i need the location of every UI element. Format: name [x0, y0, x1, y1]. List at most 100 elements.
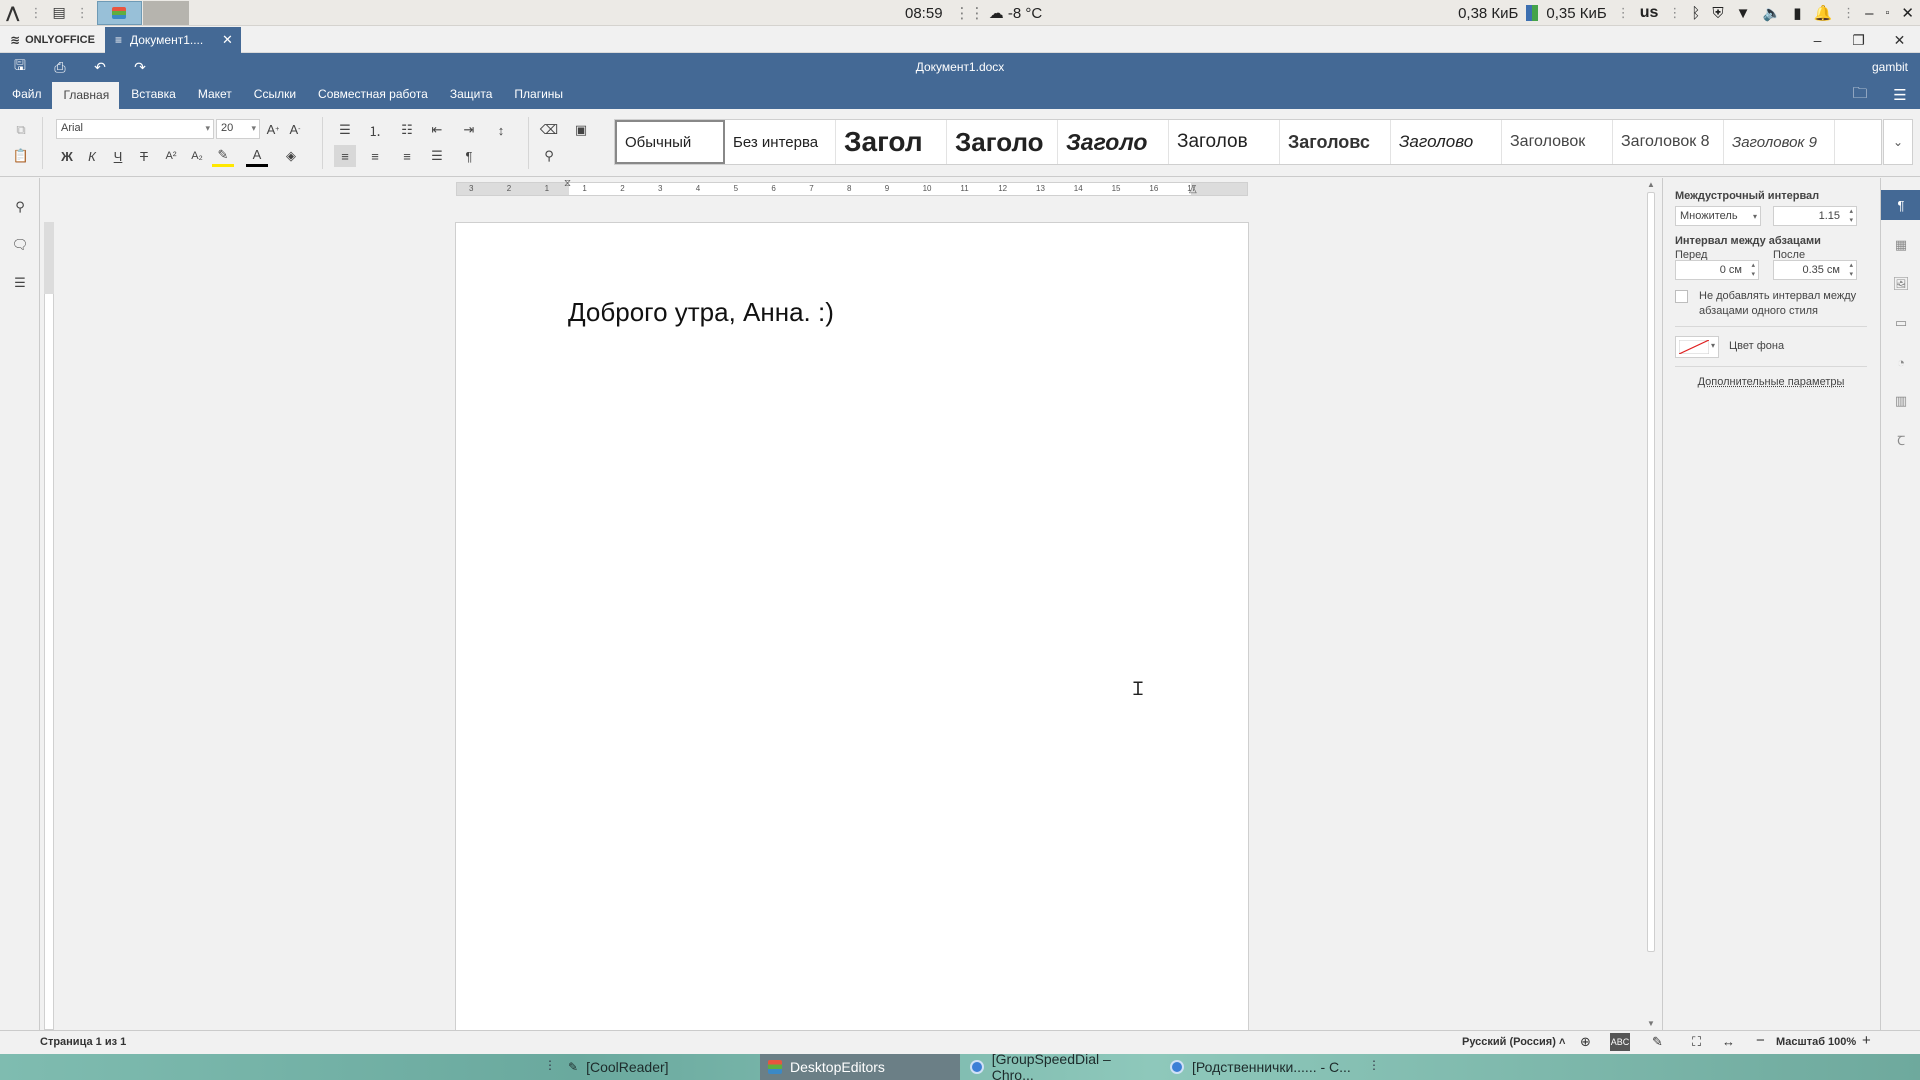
taskbar-app-onlyoffice[interactable]	[96, 0, 142, 25]
tab-layout[interactable]: Макет	[186, 81, 242, 109]
task-coolreader[interactable]: ✎ [CoolReader]	[560, 1054, 758, 1080]
underline-button[interactable]: Ч	[107, 145, 129, 167]
user-name[interactable]: gambit	[1872, 60, 1908, 74]
keyboard-layout[interactable]: us	[1634, 0, 1665, 26]
style-heading-4[interactable]: Заголов	[1169, 120, 1280, 164]
line-spacing-mode-select[interactable]: Множитель ▾	[1675, 206, 1761, 226]
clock[interactable]: 08:59	[905, 5, 943, 22]
image-settings-icon[interactable]: 🖼	[1890, 273, 1912, 295]
align-justify-icon[interactable]: ☰	[426, 145, 448, 167]
tab-file[interactable]: Файл	[0, 81, 52, 109]
style-heading-1[interactable]: Загол	[836, 120, 947, 164]
zoom-out-icon[interactable]: −	[1756, 1032, 1765, 1049]
italic-button[interactable]: К	[81, 145, 103, 167]
highlight-color-icon[interactable]: ✎	[212, 145, 234, 167]
align-left-icon[interactable]: ≡	[334, 145, 356, 167]
decrease-indent-icon[interactable]: ⇤	[426, 119, 448, 141]
chart-settings-icon[interactable]: ▥	[1890, 390, 1912, 412]
spinner-arrows-icon[interactable]: ▴ ▾	[1849, 261, 1853, 279]
wifi-icon[interactable]: ▼	[1730, 0, 1757, 26]
style-heading-5[interactable]: Заголовс	[1280, 120, 1391, 164]
vertical-ruler[interactable]	[41, 178, 57, 1030]
open-file-location-icon[interactable]: 🗀	[1840, 83, 1880, 108]
language-select[interactable]: Русский (Россия) ˄	[1462, 1036, 1565, 1048]
search-icon[interactable]: ⚲	[9, 196, 31, 218]
strikethrough-button[interactable]: Т	[133, 145, 155, 167]
zoom-in-icon[interactable]: +	[1862, 1032, 1871, 1049]
page-info[interactable]: Страница 1 из 1	[40, 1036, 126, 1048]
bold-button[interactable]: Ж	[56, 145, 78, 167]
paragraph-settings-icon[interactable]: ¶	[1881, 190, 1920, 220]
notifications-icon[interactable]: 🔔	[1807, 0, 1838, 26]
track-changes-icon[interactable]: ✎	[1652, 1034, 1663, 1050]
textart-settings-icon[interactable]: Ꞇ	[1890, 429, 1912, 451]
tab-protection[interactable]: Защита	[438, 81, 503, 109]
minimize-icon[interactable]: –	[1859, 0, 1879, 26]
horizontal-ruler[interactable]: 3 2 1 1 2 3 4 5 6 7 8 9 10 11 12 13 14 15 16 17 ⧖ △	[456, 178, 1248, 196]
spinner-arrows-icon[interactable]: ▴ ▾	[1849, 207, 1853, 225]
paste-icon[interactable]: 📋	[10, 145, 32, 167]
styles-expand-button[interactable]: ⌄	[1883, 119, 1913, 165]
spinner-arrows-icon[interactable]: ▴ ▾	[1751, 261, 1755, 279]
spacing-after-input[interactable]: 0.35 см ▴ ▾	[1773, 260, 1857, 280]
hamburger-menu-icon[interactable]: ☰	[1880, 86, 1920, 104]
task-desktopeditors[interactable]: DesktopEditors	[760, 1054, 960, 1080]
numbered-list-icon[interactable]: ⒈	[364, 119, 386, 141]
advanced-settings-link[interactable]: Дополнительные параметры	[1663, 376, 1879, 388]
battery-icon[interactable]: ▮	[1787, 0, 1807, 26]
nonprinting-chars-icon[interactable]: ¶	[458, 145, 480, 167]
background-color-picker[interactable]: ▾	[1675, 336, 1719, 358]
tab-home[interactable]: Главная	[51, 82, 120, 109]
task-chrome-relatives[interactable]: [Родственнички...... - С...	[1162, 1054, 1362, 1080]
font-color-icon[interactable]: A	[246, 145, 268, 167]
weather-widget[interactable]: ⋮⋮ ☁ -8 °C	[955, 4, 1043, 22]
fit-page-icon[interactable]: ⛶	[1692, 1034, 1701, 1050]
increase-font-icon[interactable]: A +	[262, 118, 284, 140]
right-indent-marker-icon[interactable]: △	[1189, 184, 1197, 195]
globe-icon[interactable]: ⊕	[1580, 1034, 1591, 1050]
taskbar-app-empty[interactable]	[142, 0, 189, 25]
bluetooth-icon[interactable]: ᛒ	[1685, 0, 1706, 26]
volume-icon[interactable]: 🔈	[1757, 0, 1788, 26]
multilevel-list-icon[interactable]: ☷	[396, 119, 418, 141]
no-spacing-checkbox[interactable]	[1675, 290, 1688, 303]
document-text[interactable]: Доброго утра, Анна. :)	[568, 297, 834, 328]
subscript-button[interactable]: A₂	[186, 145, 208, 167]
increase-indent-icon[interactable]: ⇥	[458, 119, 480, 141]
shading-icon[interactable]: ◈	[280, 145, 302, 167]
window-close-icon[interactable]: ✕	[1879, 27, 1920, 53]
comments-icon[interactable]: 🗨	[9, 234, 31, 256]
spellcheck-icon[interactable]: ABC	[1610, 1033, 1630, 1051]
bullet-list-icon[interactable]: ☰	[334, 119, 356, 141]
maximize-icon[interactable]: ▫	[1880, 0, 1896, 26]
tab-plugins[interactable]: Плагины	[502, 81, 573, 109]
font-size-select[interactable]: 20 ▾	[216, 119, 260, 139]
document-page[interactable]: Доброго утра, Анна. :)	[455, 222, 1249, 1030]
task-chrome-speeddial[interactable]: [GroupSpeedDial – Chro...	[962, 1051, 1160, 1080]
style-heading-7[interactable]: Заголовок	[1502, 120, 1613, 164]
window-restore-icon[interactable]: ❐	[1838, 27, 1879, 53]
copy-style-icon[interactable]: ⚲	[538, 145, 560, 167]
style-heading-9[interactable]: Заголовок 9	[1724, 120, 1835, 164]
scroll-down-icon[interactable]: ▼	[1647, 1019, 1655, 1028]
close-tab-icon[interactable]: ✕	[222, 32, 233, 48]
header-footer-icon[interactable]: ▭	[1890, 312, 1912, 334]
align-right-icon[interactable]: ≡	[396, 145, 418, 167]
tab-collaboration[interactable]: Совместная работа	[306, 81, 438, 109]
close-icon[interactable]: ✕	[1895, 0, 1920, 26]
table-settings-icon[interactable]: ▦	[1890, 234, 1912, 256]
style-heading-6[interactable]: Заголово	[1391, 120, 1502, 164]
indent-marker-icon[interactable]: ⧖	[564, 178, 571, 189]
vertical-scrollbar[interactable]: ▲ ▼	[1645, 178, 1657, 1030]
copy-icon[interactable]: ⧉	[10, 119, 32, 141]
decrease-font-icon[interactable]: A-	[284, 118, 306, 140]
clear-style-icon[interactable]: ⌫	[538, 119, 560, 141]
tab-insert[interactable]: Вставка	[119, 81, 186, 109]
navigation-icon[interactable]: ☰	[9, 272, 31, 294]
align-center-icon[interactable]: ≡	[364, 145, 386, 167]
app-menu-icon[interactable]: ⋀	[0, 0, 25, 26]
line-spacing-value-input[interactable]: 1.15 ▴ ▾	[1773, 206, 1857, 226]
style-heading-3[interactable]: Заголо	[1058, 120, 1169, 164]
style-normal[interactable]: Обычный	[615, 120, 725, 164]
tab-references[interactable]: Ссылки	[242, 81, 306, 109]
